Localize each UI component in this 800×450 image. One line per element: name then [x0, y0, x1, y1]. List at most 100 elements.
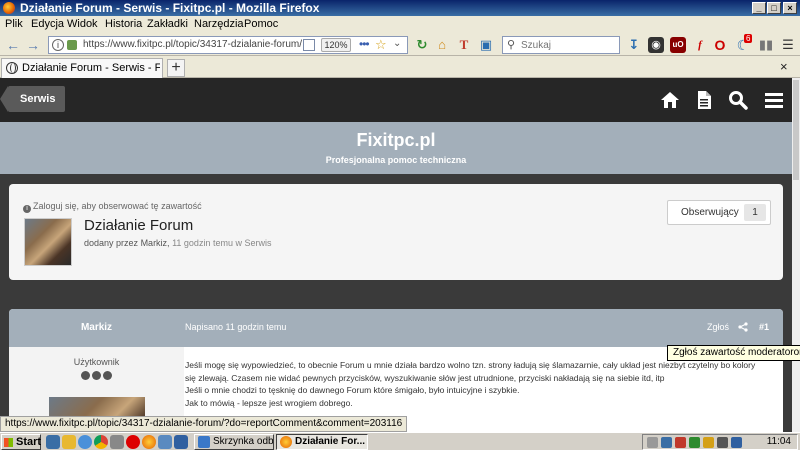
firefox-icon[interactable]: [142, 435, 156, 449]
reader-view-icon[interactable]: [303, 39, 315, 51]
text-tool-icon[interactable]: T: [456, 37, 472, 53]
task-label[interactable]: Działanie For...: [295, 436, 365, 447]
forward-arrow-icon[interactable]: →: [24, 37, 42, 53]
tray-app-icon[interactable]: [689, 437, 700, 448]
page-actions-icon[interactable]: •••: [359, 37, 370, 51]
search-input[interactable]: [521, 38, 615, 52]
close-window-button[interactable]: ×: [783, 2, 797, 14]
menu-pomoc[interactable]: Pomoc: [244, 18, 278, 30]
opera-icon[interactable]: [126, 435, 140, 449]
follow-button[interactable]: Obserwujący 1: [667, 200, 771, 225]
explorer-icon[interactable]: [62, 435, 76, 449]
security-icon[interactable]: [675, 437, 686, 448]
menu-icon[interactable]: [764, 90, 784, 110]
menu-plik[interactable]: Plik: [5, 18, 23, 30]
bookmark-star-icon[interactable]: ☆: [375, 37, 387, 53]
start-button[interactable]: Start: [1, 434, 41, 450]
follow-login-note[interactable]: i Zaloguj się, aby obserwować tę zawartoś…: [23, 201, 202, 213]
tab-title[interactable]: Działanie Forum - Serwis - Fixitpc.pl: [22, 62, 160, 74]
reload-icon[interactable]: ↻: [414, 37, 430, 53]
scrollbar-thumb[interactable]: [793, 80, 799, 180]
site-header: Serwis: [0, 78, 792, 122]
menu-bar: Plik Edycja Widok Historia Zakładki Narz…: [0, 16, 800, 34]
site-name[interactable]: Fixitpc.pl: [0, 130, 792, 151]
follow-login-text[interactable]: Zaloguj się, aby obserwować tę zawartość: [33, 201, 202, 211]
network-icon[interactable]: [661, 437, 672, 448]
opera-icon[interactable]: O: [712, 37, 728, 53]
ie-icon[interactable]: [78, 435, 92, 449]
report-link[interactable]: Zgłoś: [707, 322, 729, 332]
reputation-dots: [81, 369, 114, 383]
serwis-back-button[interactable]: Serwis: [0, 86, 66, 112]
maximize-button[interactable]: □: [767, 2, 781, 14]
app-icon[interactable]: [174, 435, 188, 449]
site-tagline: Profesjonalna pomoc techniczna: [325, 155, 467, 165]
post-author-name[interactable]: Markiz: [9, 322, 184, 333]
ublock-origin-icon[interactable]: uO: [670, 37, 686, 53]
menu-zakladki[interactable]: Zakładki: [147, 18, 188, 30]
lock-icon[interactable]: [67, 40, 77, 50]
tab-active[interactable]: Działanie Forum - Serwis - Fixitpc.pl: [1, 58, 163, 78]
task-firefox[interactable]: Działanie For...: [276, 434, 368, 450]
library-icon[interactable]: ▮▮: [758, 37, 774, 53]
task-mail[interactable]: Skrzynka odbio...: [194, 434, 274, 450]
home-icon[interactable]: ⌂: [434, 37, 450, 53]
tab-bar: Działanie Forum - Serwis - Fixitpc.pl + …: [0, 56, 800, 78]
show-desktop-icon[interactable]: [46, 435, 60, 449]
window-title: Działanie Forum - Serwis - Fixitpc.pl - …: [20, 1, 320, 15]
document-icon[interactable]: [694, 90, 714, 110]
home-icon[interactable]: [660, 90, 680, 110]
hamburger-menu-icon[interactable]: ☰: [780, 37, 796, 53]
meta-forum-link[interactable]: Serwis: [244, 238, 271, 248]
author-role: Użytkownik: [73, 357, 120, 367]
meta-author-link[interactable]: Markiz,: [141, 238, 170, 248]
follow-label[interactable]: Obserwujący: [681, 207, 739, 218]
post-card: Markiz Napisano 11 godzin temu Zgłoś #1 …: [9, 309, 783, 432]
menu-narzedzia[interactable]: Narzędzia: [194, 18, 244, 30]
tray-app-icon[interactable]: [731, 437, 742, 448]
menu-historia[interactable]: Historia: [105, 18, 142, 30]
search-bar[interactable]: ⚲: [502, 36, 620, 54]
tray-app-icon[interactable]: [717, 437, 728, 448]
search-icon[interactable]: [728, 90, 748, 110]
save-page-icon[interactable]: ▣: [478, 37, 494, 53]
new-tab-button[interactable]: +: [167, 59, 185, 77]
report-tooltip: Zgłoś zawartość moderatorom: [667, 345, 800, 361]
ghostery-icon[interactable]: ◉: [648, 37, 664, 53]
url-text[interactable]: https://www.fixitpc.pl/topic/34317-dzial…: [83, 39, 302, 50]
post-date: Napisano 11 godzin temu: [185, 322, 287, 332]
tray-app-icon[interactable]: [703, 437, 714, 448]
minimize-button[interactable]: _: [752, 2, 766, 14]
post-number-link[interactable]: #1: [759, 322, 769, 332]
mail-icon: [198, 436, 210, 448]
post-line: Jeśli o mnie chodzi to tęsknię do dawneg…: [185, 385, 520, 395]
site-info-icon[interactable]: i: [52, 39, 64, 51]
zoom-level-button[interactable]: 120%: [321, 38, 351, 52]
window-titlebar: Działanie Forum - Serwis - Fixitpc.pl - …: [0, 0, 800, 16]
chevron-down-icon[interactable]: ⌄: [393, 38, 401, 49]
system-tray: 11:04: [642, 434, 798, 450]
app-icon[interactable]: [158, 435, 172, 449]
globe-icon: [6, 62, 18, 74]
download-icon[interactable]: ↧: [626, 37, 642, 53]
follower-count[interactable]: 1: [744, 204, 766, 221]
close-tab-icon[interactable]: ×: [780, 59, 788, 74]
page-scrollbar[interactable]: [792, 78, 800, 432]
speaker-icon[interactable]: [647, 437, 658, 448]
flash-icon[interactable]: f: [692, 37, 708, 53]
clock[interactable]: 11:04: [767, 436, 791, 447]
share-icon[interactable]: [738, 322, 748, 332]
page-viewport: Serwis Fixitpc.pl Profesjonalna pomoc te…: [0, 78, 792, 432]
back-arrow-icon[interactable]: ←: [4, 37, 22, 53]
meta-time: 11 godzin temu: [172, 238, 233, 248]
chrome-icon[interactable]: [94, 435, 108, 449]
firefox-icon: [280, 436, 292, 448]
topic-title: Działanie Forum: [84, 217, 194, 234]
app-icon[interactable]: [110, 435, 124, 449]
menu-widok[interactable]: Widok: [67, 18, 98, 30]
menu-edycja[interactable]: Edycja: [31, 18, 64, 30]
meta-prefix: dodany przez: [84, 238, 139, 248]
author-avatar[interactable]: [24, 218, 72, 266]
url-bar[interactable]: i https://www.fixitpc.pl/topic/34317-dzi…: [48, 36, 408, 54]
task-label[interactable]: Skrzynka odbio...: [213, 436, 273, 447]
